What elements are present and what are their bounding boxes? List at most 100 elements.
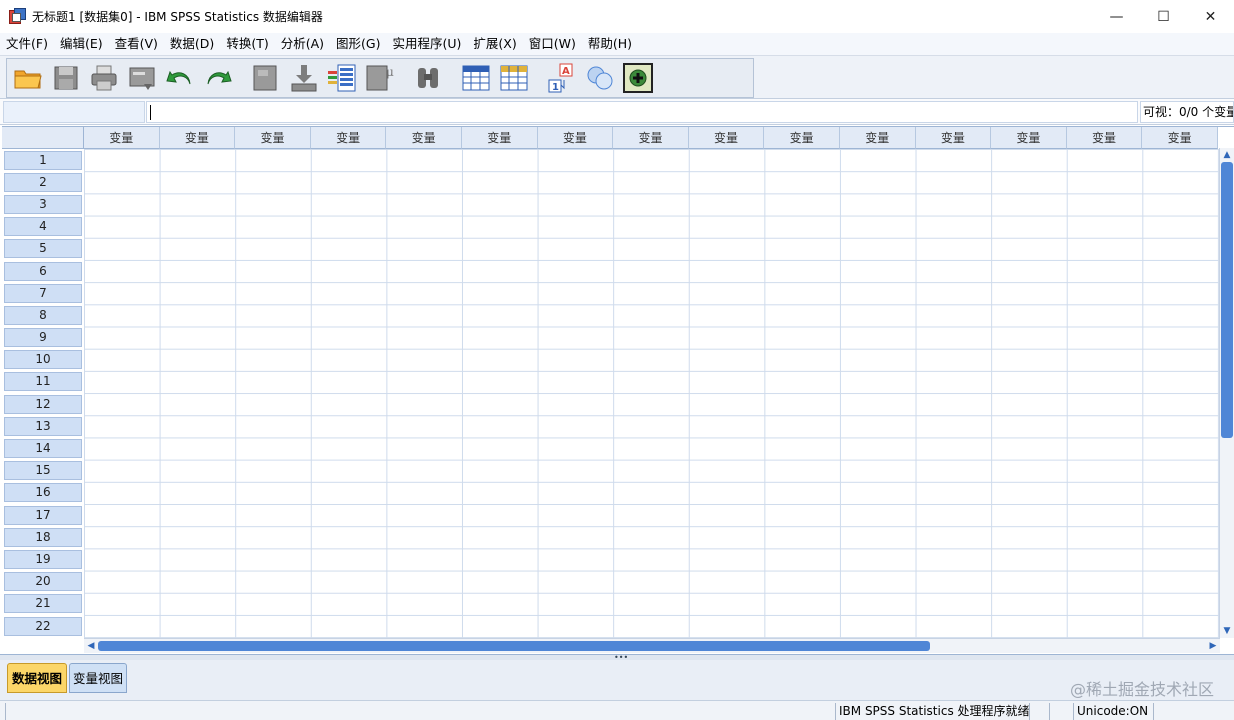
column-header[interactable]: 变量 — [461, 127, 538, 149]
tab-variable-view[interactable]: 变量视图 — [69, 663, 127, 693]
row-header[interactable]: 4 — [2, 216, 84, 238]
row-header[interactable]: 11 — [2, 371, 84, 393]
undo-icon[interactable] — [163, 61, 197, 95]
row-header[interactable]: 13 — [2, 415, 84, 437]
row-header[interactable]: 8 — [2, 304, 84, 326]
row-number: 14 — [4, 439, 82, 459]
insert-variable-icon[interactable] — [497, 61, 531, 95]
column-headers: 变量 变量 变量 变量 变量 变量 变量 变量 变量 变量 变量 变量 变量 变… — [84, 127, 1218, 149]
menu-file[interactable]: 文件(F) — [0, 33, 54, 55]
status-message-area — [5, 703, 835, 720]
tab-data-view[interactable]: 数据视图 — [7, 663, 67, 693]
row-header[interactable]: 19 — [2, 548, 84, 570]
column-header[interactable]: 变量 — [764, 127, 840, 149]
menu-view[interactable]: 查看(V) — [109, 33, 164, 55]
menu-edit[interactable]: 编辑(E) — [54, 33, 109, 55]
row-header[interactable]: 21 — [2, 593, 84, 615]
column-header[interactable]: 变量 — [310, 127, 387, 149]
row-header[interactable]: 17 — [2, 504, 84, 526]
save-icon[interactable] — [49, 61, 83, 95]
row-header[interactable]: 18 — [2, 526, 84, 548]
print-icon[interactable] — [87, 61, 121, 95]
row-header[interactable]: 6 — [2, 260, 84, 282]
column-header[interactable]: 变量 — [688, 127, 765, 149]
insert-cases-icon[interactable] — [459, 61, 493, 95]
row-number: 21 — [4, 594, 82, 614]
row-number: 15 — [4, 461, 82, 481]
scroll-left-icon[interactable]: ◀ — [84, 639, 98, 653]
view-tab-bar: 数据视图 变量视图 — [0, 660, 1234, 700]
row-header[interactable]: 14 — [2, 437, 84, 459]
row-header[interactable]: 5 — [2, 238, 84, 260]
menu-help[interactable]: 帮助(H) — [582, 33, 638, 55]
open-file-icon[interactable] — [11, 61, 45, 95]
minimize-button[interactable]: — — [1093, 0, 1140, 33]
row-header[interactable]: 15 — [2, 460, 84, 482]
row-header[interactable]: 7 — [2, 282, 84, 304]
statistics-icon[interactable]: μ — [363, 61, 397, 95]
scroll-right-icon[interactable]: ▶ — [1206, 639, 1220, 653]
row-number: 20 — [4, 572, 82, 592]
column-header[interactable]: 变量 — [159, 127, 236, 149]
menu-transform[interactable]: 转换(T) — [220, 33, 274, 55]
row-header[interactable]: 16 — [2, 482, 84, 504]
goto-variable-icon[interactable] — [287, 61, 321, 95]
goto-case-icon[interactable] — [249, 61, 283, 95]
row-header[interactable]: 3 — [2, 193, 84, 215]
row-header[interactable]: 2 — [2, 171, 84, 193]
close-button[interactable]: ✕ — [1187, 0, 1234, 33]
cell-value-field[interactable] — [146, 101, 1138, 123]
grid-corner[interactable] — [2, 127, 84, 149]
cell-name-box[interactable] — [3, 101, 145, 123]
row-number: 19 — [4, 549, 82, 569]
column-header[interactable]: 变量 — [613, 127, 689, 149]
menu-utilities[interactable]: 实用程序(U) — [386, 33, 467, 55]
status-spacer — [1029, 703, 1049, 720]
column-header[interactable]: 变量 — [839, 127, 916, 149]
menu-analyze[interactable]: 分析(A) — [275, 33, 330, 55]
menu-window[interactable]: 窗口(W) — [523, 33, 582, 55]
vertical-scrollbar[interactable]: ▲ ▼ — [1219, 148, 1234, 638]
column-header[interactable]: 变量 — [84, 127, 160, 149]
menu-data[interactable]: 数据(D) — [164, 33, 220, 55]
horizontal-scrollbar[interactable]: ◀ ▶ — [84, 638, 1220, 653]
value-labels-icon[interactable]: A1 — [545, 61, 579, 95]
scroll-down-icon[interactable]: ▼ — [1220, 624, 1234, 638]
column-header[interactable]: 变量 — [991, 127, 1067, 149]
data-cells[interactable] — [84, 149, 1220, 639]
row-header[interactable]: 12 — [2, 393, 84, 415]
svg-text:μ: μ — [386, 65, 394, 79]
column-header[interactable]: 变量 — [235, 127, 311, 149]
column-header[interactable]: 变量 — [915, 127, 992, 149]
custom-icon[interactable] — [621, 61, 655, 95]
column-header[interactable]: 变量 — [1066, 127, 1143, 149]
menu-graphs[interactable]: 图形(G) — [330, 33, 386, 55]
column-header[interactable]: 变量 — [1142, 127, 1218, 149]
row-header[interactable]: 10 — [2, 349, 84, 371]
row-number: 4 — [4, 217, 82, 237]
find-icon[interactable] — [411, 61, 445, 95]
row-header[interactable]: 1 — [2, 149, 84, 171]
visible-variables-count: 可视：0/0 个变量 — [1140, 101, 1234, 123]
scroll-up-icon[interactable]: ▲ — [1220, 148, 1234, 162]
vertical-scroll-thumb[interactable] — [1221, 162, 1233, 438]
row-header[interactable]: 20 — [2, 571, 84, 593]
column-header[interactable]: 变量 — [537, 127, 614, 149]
row-number: 16 — [4, 483, 82, 503]
row-header[interactable]: 22 — [2, 615, 84, 637]
use-sets-icon[interactable] — [583, 61, 617, 95]
redo-icon[interactable] — [201, 61, 235, 95]
text-caret — [150, 105, 151, 120]
row-number: 10 — [4, 350, 82, 370]
row-number: 13 — [4, 416, 82, 436]
column-header[interactable]: 变量 — [386, 127, 462, 149]
menu-extensions[interactable]: 扩展(X) — [467, 33, 522, 55]
cell-editor-row: 可视：0/0 个变量 — [0, 99, 1234, 125]
row-header[interactable]: 9 — [2, 327, 84, 349]
recall-dialog-icon[interactable] — [125, 61, 159, 95]
maximize-button[interactable]: ☐ — [1140, 0, 1187, 33]
row-number: 18 — [4, 527, 82, 547]
variables-icon[interactable] — [325, 61, 359, 95]
row-number: 2 — [4, 172, 82, 192]
horizontal-scroll-thumb[interactable] — [98, 641, 930, 651]
